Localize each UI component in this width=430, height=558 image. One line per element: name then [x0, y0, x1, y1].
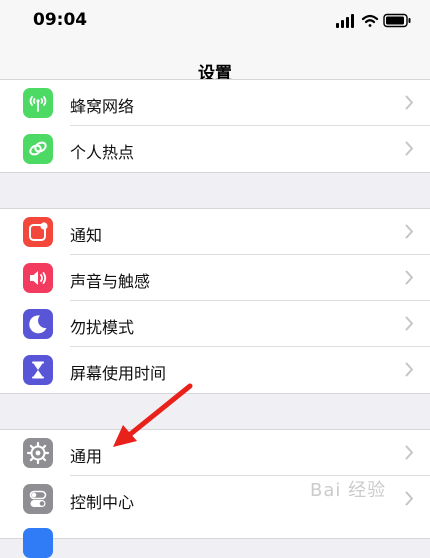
watermark: Bai 经验 [310, 480, 387, 501]
annotation-arrow [113, 383, 193, 447]
app-icon [23, 528, 53, 558]
